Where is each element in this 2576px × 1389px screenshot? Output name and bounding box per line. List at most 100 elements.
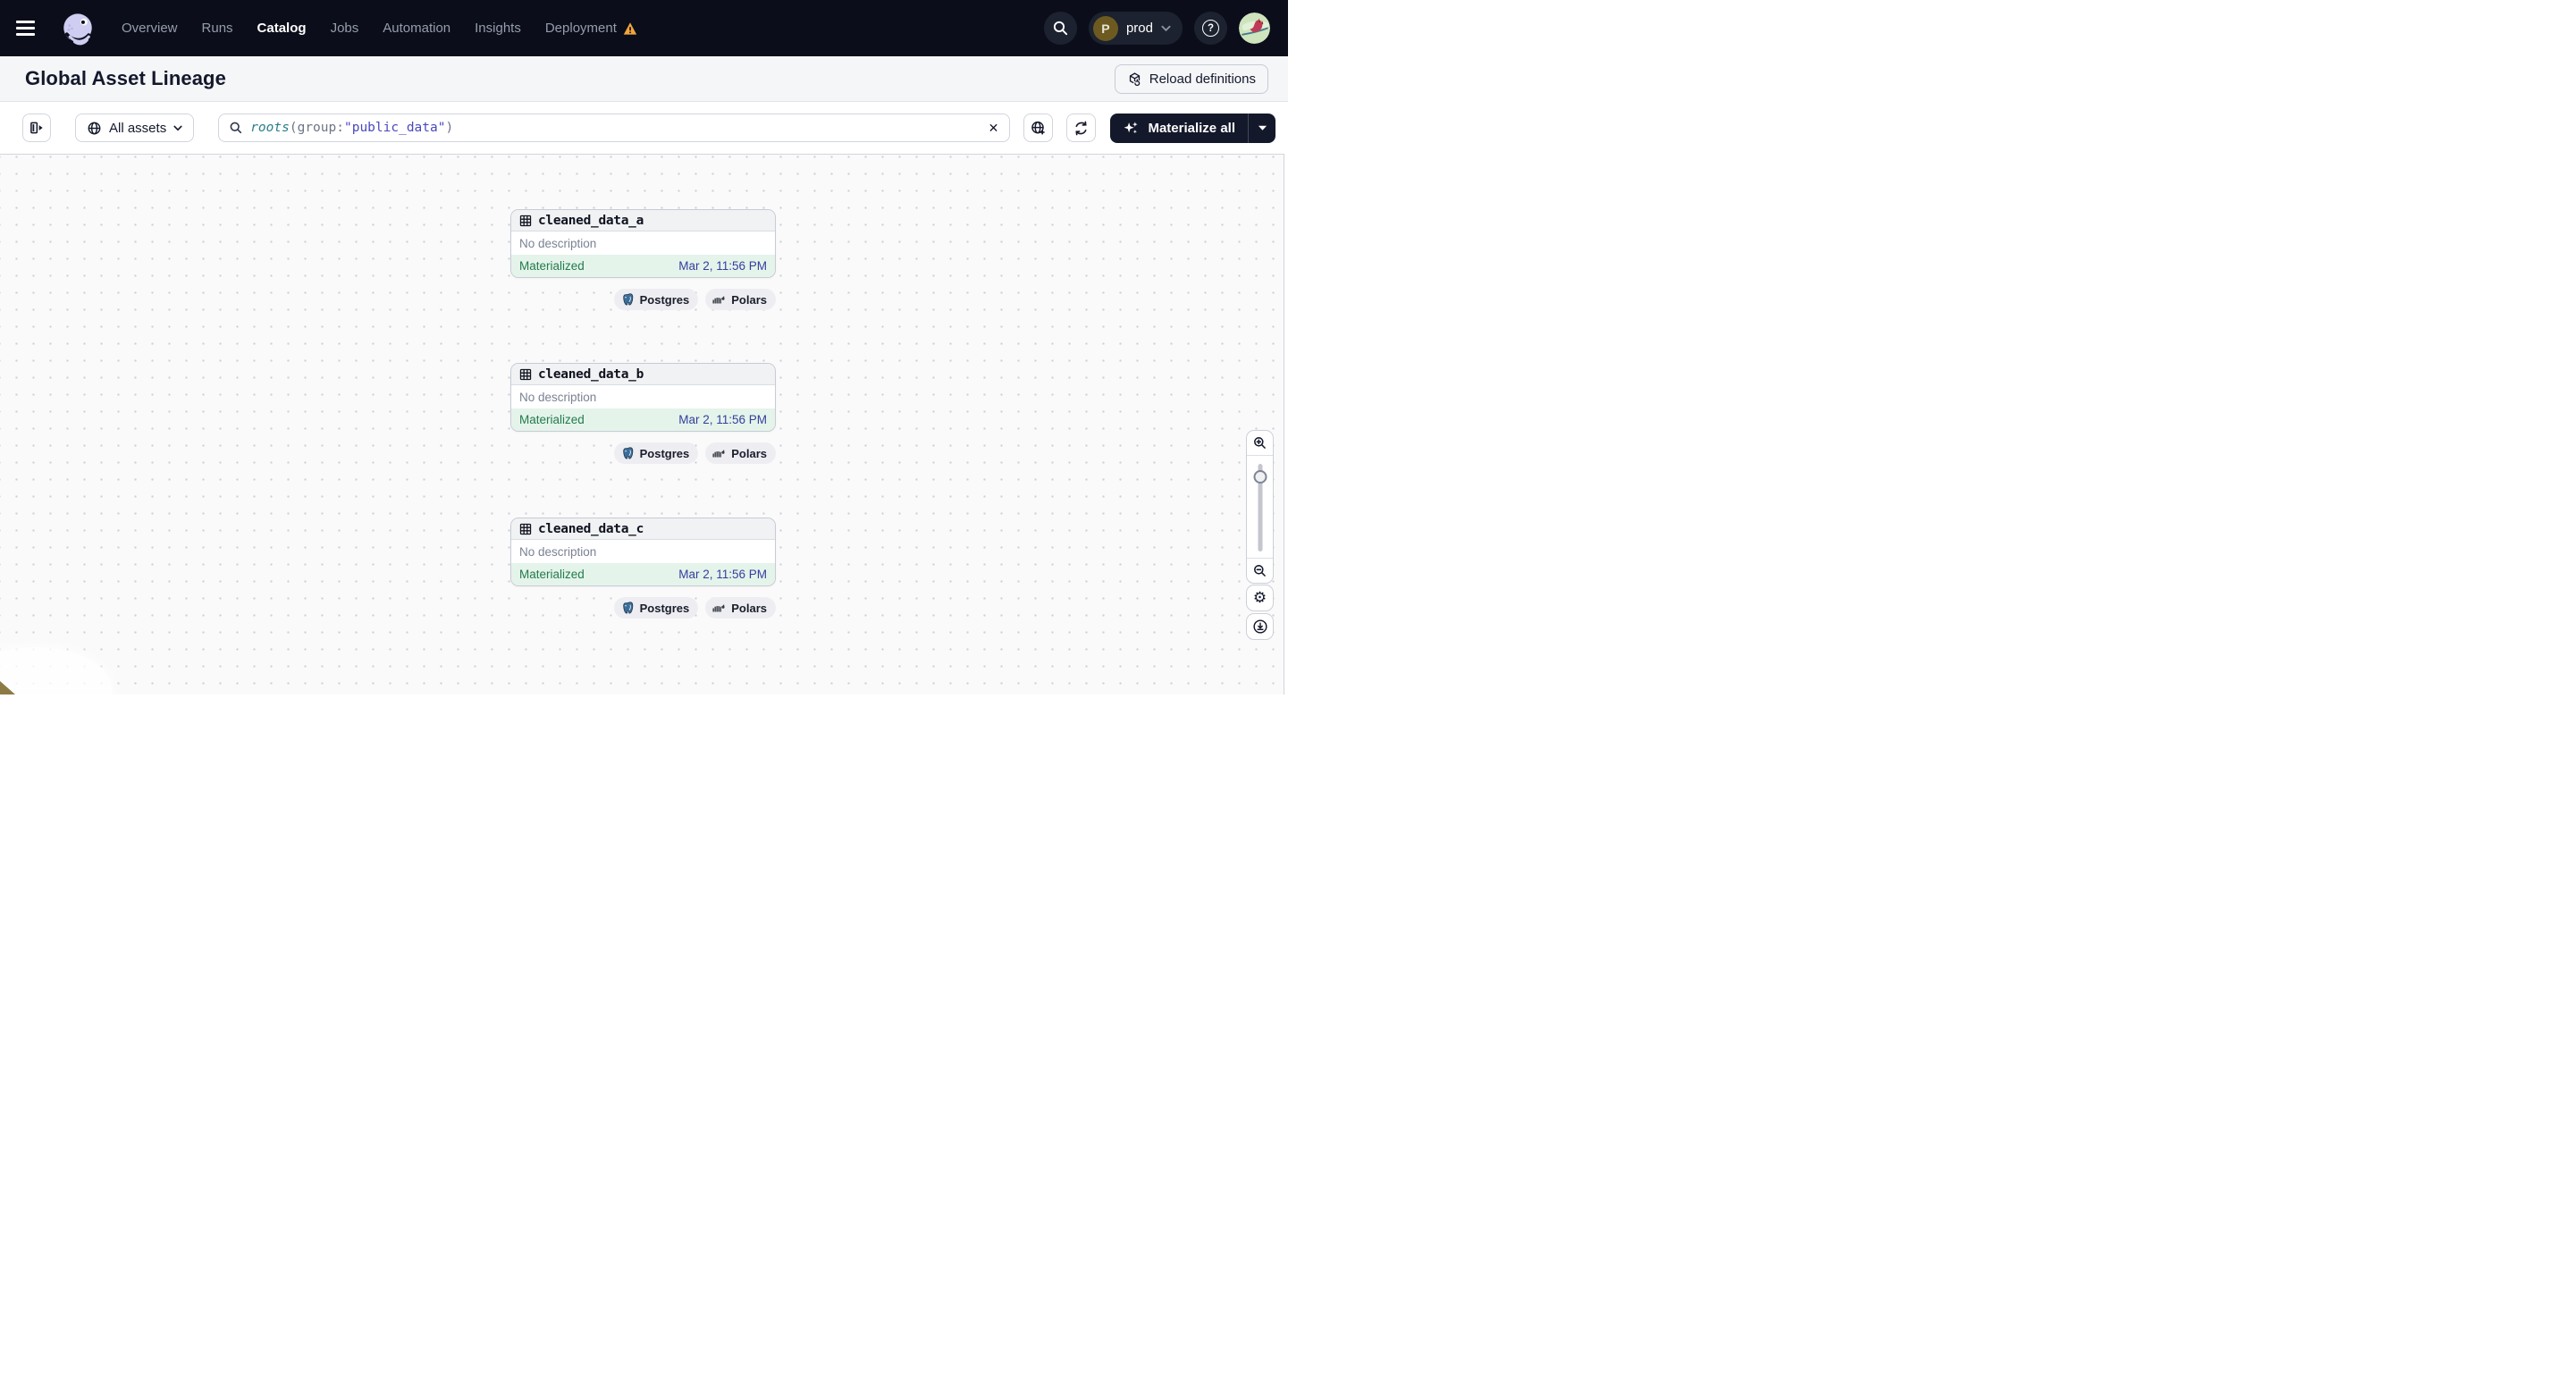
search-icon: [1052, 20, 1069, 37]
caret-down-icon: [1258, 125, 1267, 130]
query-value: "public_data": [343, 121, 446, 135]
asset-tag-row: Postgres Polars: [510, 289, 776, 310]
download-icon: [1252, 619, 1267, 634]
query-paren-open: (: [289, 121, 298, 135]
globe-icon: [87, 121, 102, 136]
asset-node-group: cleaned_data_b No description Materializ…: [510, 363, 776, 464]
polars-icon: [711, 292, 726, 307]
reload-definitions-label: Reload definitions: [1149, 71, 1256, 87]
gear-icon: ⚙: [1252, 589, 1267, 606]
asset-selection-query[interactable]: roots(group:"public_data"): [250, 121, 973, 135]
asset-node-header: cleaned_data_b: [511, 364, 775, 385]
materialize-options-button[interactable]: [1248, 113, 1275, 143]
asset-node-cleaned-data-c[interactable]: cleaned_data_c No description Materializ…: [510, 518, 776, 586]
materialize-all-button[interactable]: Materialize all: [1110, 114, 1248, 143]
tag-polars[interactable]: Polars: [705, 597, 776, 619]
tag-label: Polars: [731, 292, 767, 307]
nav-item-runs[interactable]: Runs: [202, 21, 233, 36]
new-catalog-view-button[interactable]: [1023, 114, 1054, 142]
minimap-panel[interactable]: [0, 647, 112, 694]
reload-package-icon: [1127, 72, 1142, 87]
zoom-out-icon: [1254, 565, 1266, 577]
status-badge: Materialized: [519, 568, 585, 581]
chevron-down-icon: [1161, 25, 1171, 32]
asset-status-row: Materialized Mar 2, 11:56 PM: [511, 408, 775, 431]
asset-description: No description: [519, 390, 597, 404]
environment-avatar: P: [1092, 15, 1118, 41]
asset-tag-row: Postgres Polars: [510, 442, 776, 464]
minimap-node-marker: [0, 681, 15, 694]
status-badge: Materialized: [519, 259, 585, 273]
environment-switcher[interactable]: P prod: [1088, 12, 1183, 45]
download-graph-button[interactable]: [1246, 613, 1274, 640]
polars-icon: [711, 601, 726, 615]
nav-item-catalog[interactable]: Catalog: [257, 21, 307, 36]
asset-name: cleaned_data_a: [538, 213, 644, 228]
postgres-icon: [620, 446, 635, 460]
user-avatar[interactable]: [1239, 13, 1270, 44]
help-button[interactable]: ?: [1194, 12, 1227, 45]
chevron-down-icon: [173, 125, 182, 131]
search-icon: [229, 121, 243, 135]
tag-polars[interactable]: Polars: [705, 289, 776, 310]
nav-item-overview[interactable]: Overview: [122, 21, 178, 36]
tag-label: Polars: [731, 446, 767, 460]
table-icon: [519, 215, 532, 227]
polars-icon: [711, 446, 726, 460]
clear-query-button[interactable]: ✕: [981, 115, 1006, 140]
asset-name: cleaned_data_b: [538, 366, 644, 382]
zoom-in-icon: [1254, 437, 1266, 449]
open-side-panel-button[interactable]: [22, 114, 51, 142]
asset-node-header: cleaned_data_a: [511, 210, 775, 232]
asset-scope-label: All assets: [109, 120, 167, 136]
nav-item-automation[interactable]: Automation: [383, 21, 450, 36]
zoom-controls: [1246, 430, 1274, 584]
tag-postgres[interactable]: Postgres: [613, 289, 699, 310]
nav-item-insights[interactable]: Insights: [475, 21, 521, 36]
nav-item-deployment[interactable]: Deployment: [545, 21, 637, 36]
dagster-logo-icon[interactable]: [59, 10, 97, 47]
materialization-timestamp[interactable]: Mar 2, 11:56 PM: [678, 568, 767, 581]
global-search-button[interactable]: [1043, 12, 1077, 45]
graph-settings-button[interactable]: ⚙: [1246, 585, 1274, 611]
asset-node-cleaned-data-b[interactable]: cleaned_data_b No description Materializ…: [510, 363, 776, 432]
refresh-button[interactable]: [1066, 114, 1097, 142]
asset-selection-input[interactable]: roots(group:"public_data") ✕: [218, 114, 1011, 142]
zoom-out-button[interactable]: [1247, 559, 1273, 583]
tag-label: Postgres: [639, 601, 690, 615]
asset-name: cleaned_data_c: [538, 521, 644, 536]
zoom-slider[interactable]: [1247, 455, 1273, 559]
asset-status-row: Materialized Mar 2, 11:56 PM: [511, 563, 775, 585]
materialize-all-label: Materialize all: [1148, 120, 1235, 136]
hamburger-menu-icon[interactable]: [16, 13, 46, 44]
postgres-icon: [620, 292, 635, 307]
page-header: Global Asset Lineage Reload definitions: [0, 56, 1288, 102]
tag-postgres[interactable]: Postgres: [613, 597, 699, 619]
materialization-timestamp[interactable]: Mar 2, 11:56 PM: [678, 259, 767, 273]
reload-definitions-button[interactable]: Reload definitions: [1114, 63, 1268, 94]
tag-polars[interactable]: Polars: [705, 442, 776, 464]
panel-expand-icon: [30, 122, 43, 134]
asset-description: No description: [519, 236, 597, 250]
zoom-slider-thumb[interactable]: [1253, 470, 1267, 484]
lineage-canvas[interactable]: cleaned_data_a No description Materializ…: [0, 154, 1284, 694]
asset-tag-row: Postgres Polars: [510, 597, 776, 619]
query-attribute: group:: [297, 121, 344, 135]
zoom-in-button[interactable]: [1247, 431, 1273, 455]
warning-icon: [623, 21, 637, 36]
asset-scope-dropdown[interactable]: All assets: [75, 114, 195, 142]
query-paren-close: ): [445, 121, 454, 135]
nav-item-jobs[interactable]: Jobs: [331, 21, 359, 36]
asset-node-header: cleaned_data_c: [511, 518, 775, 540]
materialization-timestamp[interactable]: Mar 2, 11:56 PM: [678, 413, 767, 426]
nav-right-cluster: P prod ?: [1043, 12, 1270, 45]
page-title: Global Asset Lineage: [25, 67, 226, 89]
nav-item-deployment-label: Deployment: [544, 21, 617, 36]
top-navigation-bar: Overview Runs Catalog Jobs Automation In…: [0, 0, 1288, 56]
tag-postgres[interactable]: Postgres: [613, 442, 699, 464]
globe-plus-icon: [1031, 121, 1046, 134]
postgres-icon: [620, 601, 635, 615]
asset-node-cleaned-data-a[interactable]: cleaned_data_a No description Materializ…: [510, 209, 776, 278]
environment-name: prod: [1125, 21, 1153, 36]
table-icon: [519, 368, 532, 381]
